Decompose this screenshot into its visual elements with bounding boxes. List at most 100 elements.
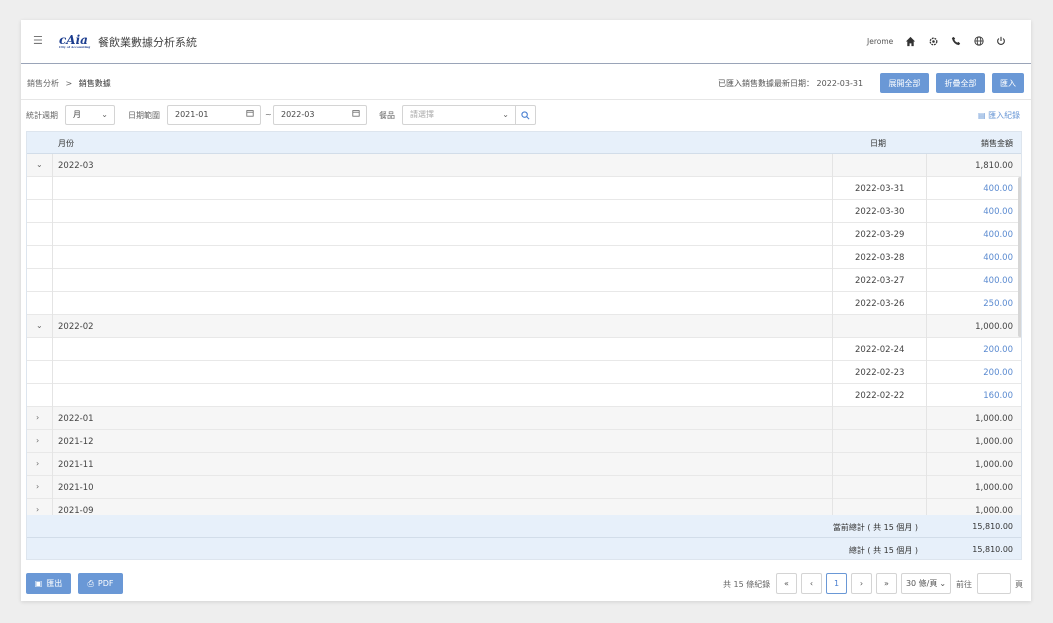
table-row[interactable]: 2022-03-28 400.00 xyxy=(27,246,1021,269)
globe-icon[interactable] xyxy=(973,35,985,47)
table-row[interactable]: 2022-03-26 250.00 xyxy=(27,292,1021,315)
column-header-date[interactable]: 日期 xyxy=(870,138,886,149)
user-name[interactable]: Jerome xyxy=(867,37,893,46)
last-page-button[interactable]: » xyxy=(876,573,897,594)
pdf-button[interactable]: ⎙ PDF xyxy=(78,573,123,594)
amount-cell[interactable]: 160.00 xyxy=(983,391,1013,401)
chevron-right-icon[interactable]: › xyxy=(36,436,39,445)
page-size-select[interactable]: 30 條/頁 ⌄ xyxy=(901,573,951,594)
chevron-right-icon[interactable]: › xyxy=(36,505,39,514)
chevron-right-icon[interactable]: › xyxy=(36,482,39,491)
table-row[interactable]: 2022-02-23 200.00 xyxy=(27,361,1021,384)
top-bar: ☰ cAia City of Accounting 餐飲業數據分析系統 Jero… xyxy=(21,20,1031,64)
app-title: 餐飲業數據分析系統 xyxy=(98,36,197,49)
amount-cell[interactable]: 200.00 xyxy=(983,368,1013,378)
period-label: 統計週期 xyxy=(26,111,58,120)
table-row[interactable]: 2022-02-24 200.00 xyxy=(27,338,1021,361)
amount-cell[interactable]: 400.00 xyxy=(983,184,1013,194)
column-divider xyxy=(52,154,53,515)
table-row[interactable]: 2022-03-29 400.00 xyxy=(27,223,1021,246)
next-page-button[interactable]: › xyxy=(851,573,872,594)
date-cell: 2022-03-29 xyxy=(855,230,905,240)
table-row[interactable]: 2022-03-27 400.00 xyxy=(27,269,1021,292)
amount-cell[interactable]: 400.00 xyxy=(983,230,1013,240)
table-row-group[interactable]: › 2022-01 1,000.00 xyxy=(27,407,1021,430)
chevron-down-icon[interactable]: ⌄ xyxy=(36,321,43,330)
logo[interactable]: cAia City of Accounting xyxy=(59,33,90,49)
first-page-button[interactable]: « xyxy=(776,573,797,594)
date-cell: 2022-02-24 xyxy=(855,345,905,355)
export-button[interactable]: ▣ 匯出 xyxy=(26,573,71,594)
date-cell: 2022-02-23 xyxy=(855,368,905,378)
column-divider xyxy=(926,154,927,515)
column-header-month[interactable]: 月份 xyxy=(58,138,74,149)
table-row[interactable]: 2022-03-31 400.00 xyxy=(27,177,1021,200)
chevron-right-icon[interactable]: › xyxy=(36,459,39,468)
month-cell: 2021-11 xyxy=(58,460,94,470)
menu-icon[interactable]: ☰ xyxy=(33,35,43,46)
sub-bar: 銷售分析 > 銷售數據 已匯入銷售數據最新日期： 2022-03-31 展開全部… xyxy=(21,64,1031,100)
page-number[interactable]: 1 xyxy=(826,573,847,594)
data-table: 月份 日期 銷售金額 ⌄ 2022-03 1,810.00 2022-03-31 400… xyxy=(26,131,1022,560)
period-select[interactable]: 月 ⌄ xyxy=(65,105,115,125)
table-row-group[interactable]: › 2021-09 1,000.00 xyxy=(27,499,1021,515)
document-icon: ▤ xyxy=(978,111,986,120)
app-window: ☰ cAia City of Accounting 餐飲業數據分析系統 Jero… xyxy=(21,20,1031,601)
chevron-right-icon[interactable]: › xyxy=(36,413,39,422)
gear-icon[interactable] xyxy=(927,35,939,47)
table-row-group[interactable]: ⌄ 2022-02 1,000.00 xyxy=(27,315,1021,338)
import-button[interactable]: 匯入 xyxy=(992,73,1024,93)
amount-cell[interactable]: 400.00 xyxy=(983,276,1013,286)
date-cell: 2022-03-31 xyxy=(855,184,905,194)
table-body: ⌄ 2022-03 1,810.00 2022-03-31 400.00 2022-03-… xyxy=(27,154,1021,515)
calendar-icon xyxy=(352,106,360,124)
month-cell: 2021-09 xyxy=(58,506,94,515)
date-to-input[interactable]: 2022-03 xyxy=(273,105,367,125)
current-total-row: 當前總計 ( 共 15 個月 ) 15,810.00 xyxy=(27,515,1021,538)
breadcrumb-parent[interactable]: 銷售分析 xyxy=(27,79,59,88)
amount-cell[interactable]: 250.00 xyxy=(983,299,1013,309)
phone-icon[interactable] xyxy=(950,35,962,47)
meal-label: 餐品 xyxy=(379,111,395,120)
chevron-down-icon: ⌄ xyxy=(502,110,509,119)
collapse-all-button[interactable]: 折疊全部 xyxy=(936,73,985,93)
expand-all-button[interactable]: 展開全部 xyxy=(880,73,929,93)
search-icon xyxy=(521,110,530,119)
chevron-down-icon[interactable]: ⌄ xyxy=(36,160,43,169)
current-total-value: 15,810.00 xyxy=(972,522,1013,531)
home-icon[interactable] xyxy=(904,35,916,47)
amount-cell[interactable]: 400.00 xyxy=(983,253,1013,263)
goto-label: 前往 xyxy=(956,580,972,589)
table-row-group[interactable]: › 2021-11 1,000.00 xyxy=(27,453,1021,476)
date-cell: 2022-02-22 xyxy=(855,391,905,401)
meal-select[interactable]: 請選擇 ⌄ xyxy=(402,105,516,125)
grand-total-value: 15,810.00 xyxy=(972,545,1013,554)
amount-cell: 1,000.00 xyxy=(975,483,1013,493)
amount-cell[interactable]: 400.00 xyxy=(983,207,1013,217)
column-header-amount[interactable]: 銷售金額 xyxy=(981,138,1013,149)
scrollbar[interactable] xyxy=(1018,177,1021,337)
amount-cell[interactable]: 200.00 xyxy=(983,345,1013,355)
power-icon[interactable] xyxy=(995,35,1007,47)
table-row[interactable]: 2022-03-30 400.00 xyxy=(27,200,1021,223)
prev-page-button[interactable]: ‹ xyxy=(801,573,822,594)
goto-page-input[interactable] xyxy=(977,573,1011,594)
date-cell: 2022-03-28 xyxy=(855,253,905,263)
table-row[interactable]: 2022-02-22 160.00 xyxy=(27,384,1021,407)
column-divider xyxy=(832,154,833,515)
month-cell: 2022-03 xyxy=(58,161,94,171)
total-records: 共 15 條紀錄 xyxy=(723,580,771,589)
search-button[interactable] xyxy=(516,105,536,125)
date-range-label: 日期範圍 xyxy=(128,111,160,120)
table-row-group[interactable]: ⌄ 2022-03 1,810.00 xyxy=(27,154,1021,177)
month-cell: 2021-12 xyxy=(58,437,94,447)
amount-cell: 1,000.00 xyxy=(975,437,1013,447)
table-row-group[interactable]: › 2021-10 1,000.00 xyxy=(27,476,1021,499)
filter-bar: 統計週期 月 ⌄ 日期範圍 2021-01 ~ 2022-03 餐品 請選擇 ⌄ xyxy=(21,102,1031,128)
date-from-input[interactable]: 2021-01 xyxy=(167,105,261,125)
import-log-link[interactable]: ▤ 匯入紀錄 xyxy=(978,110,1020,121)
date-cell: 2022-03-26 xyxy=(855,299,905,309)
breadcrumb: 銷售分析 > 銷售數據 xyxy=(27,78,111,89)
date-cell: 2022-03-30 xyxy=(855,207,905,217)
table-row-group[interactable]: › 2021-12 1,000.00 xyxy=(27,430,1021,453)
